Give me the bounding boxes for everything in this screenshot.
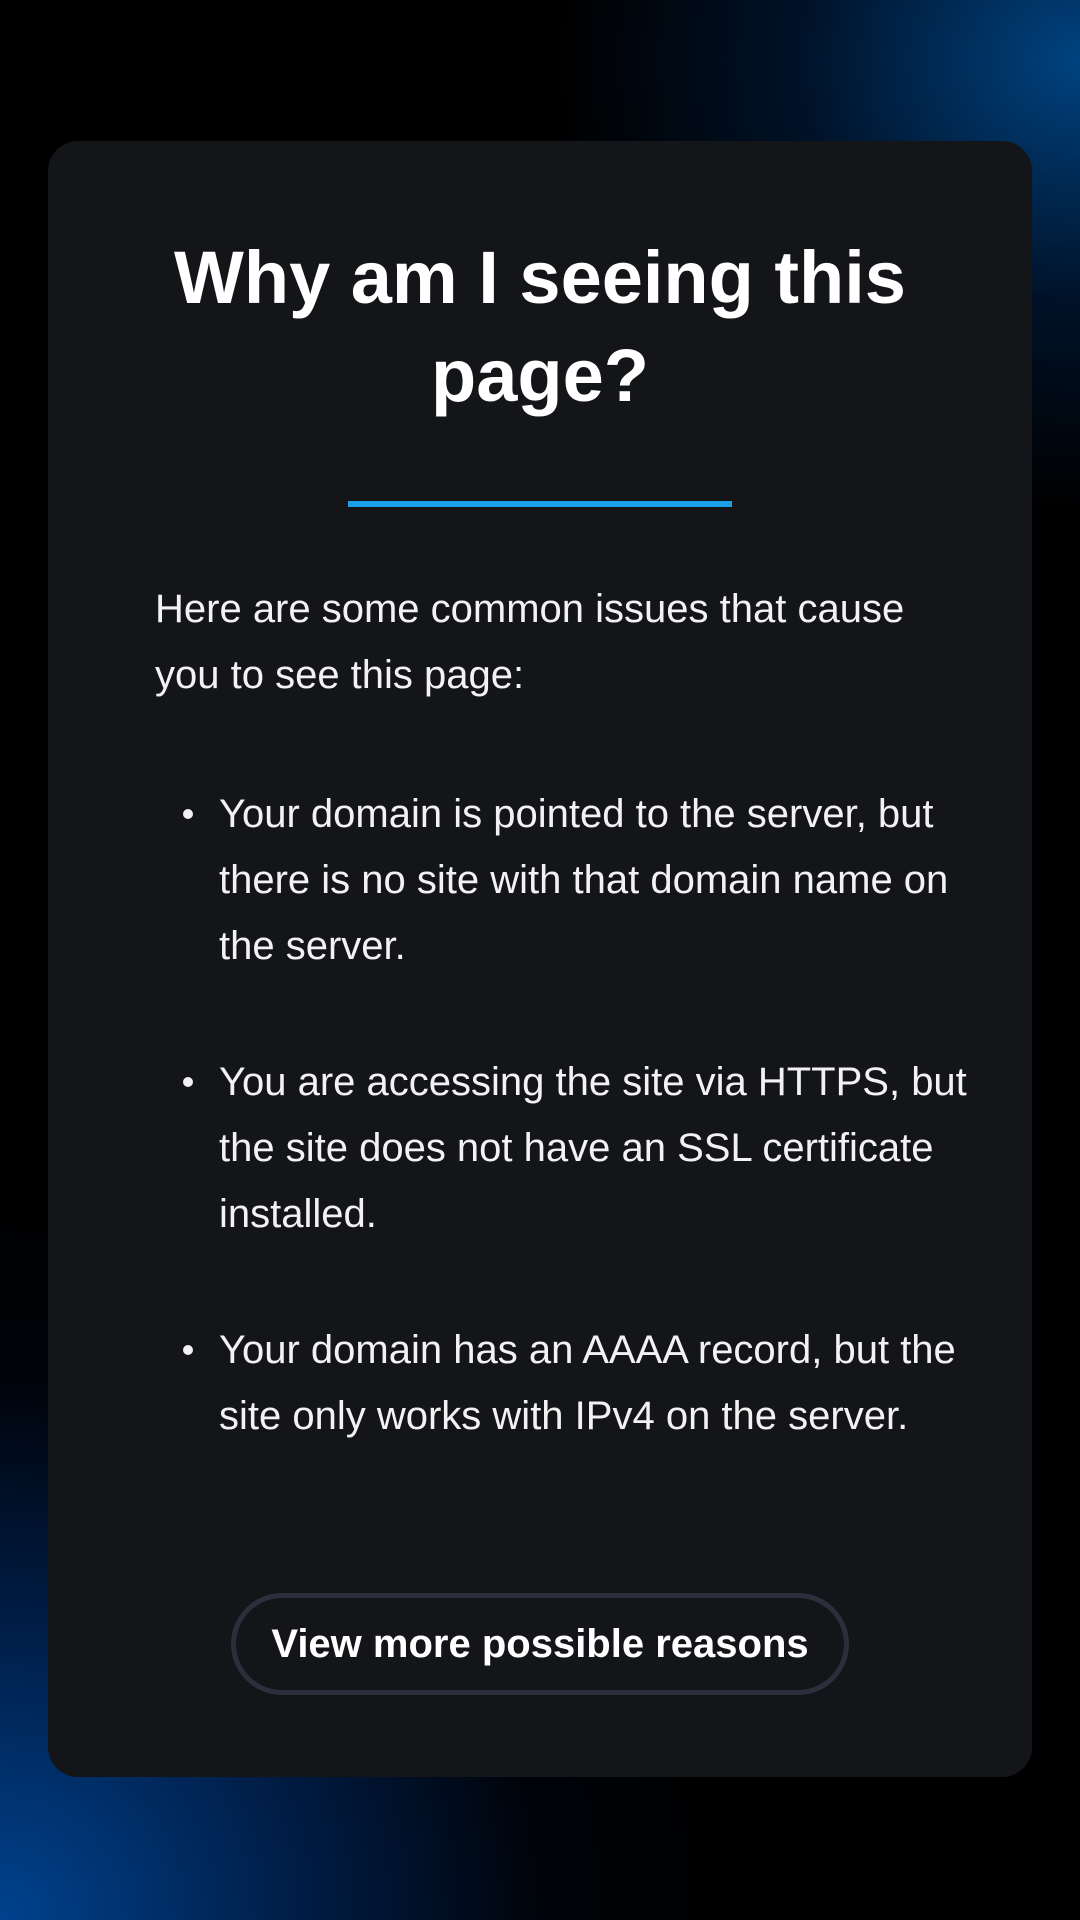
- list-item: You are accessing the site via HTTPS, bu…: [183, 1049, 979, 1247]
- reason-text: Your domain has an AAAA record, but the …: [219, 1328, 956, 1438]
- list-item: Your domain is pointed to the server, bu…: [183, 781, 979, 979]
- list-item: Your domain has an AAAA record, but the …: [183, 1317, 979, 1449]
- intro-text: Here are some common issues that cause y…: [155, 587, 905, 697]
- page-title-line-2: page?: [431, 334, 649, 417]
- page-title: Why am I seeing this page?: [48, 229, 1032, 425]
- bullet-icon: [183, 1345, 193, 1355]
- bullet-icon: [183, 809, 193, 819]
- info-card: Why am I seeing this page? Here are some…: [48, 141, 1032, 1777]
- reason-text: Your domain is pointed to the server, bu…: [219, 792, 949, 968]
- reason-text: You are accessing the site via HTTPS, bu…: [219, 1060, 967, 1236]
- view-more-reasons-button[interactable]: View more possible reasons: [231, 1593, 849, 1695]
- reasons-list: Your domain is pointed to the server, bu…: [183, 781, 979, 1519]
- bullet-icon: [183, 1077, 193, 1087]
- accent-divider: [348, 501, 732, 507]
- page-title-line-1: Why am I seeing this: [174, 236, 906, 319]
